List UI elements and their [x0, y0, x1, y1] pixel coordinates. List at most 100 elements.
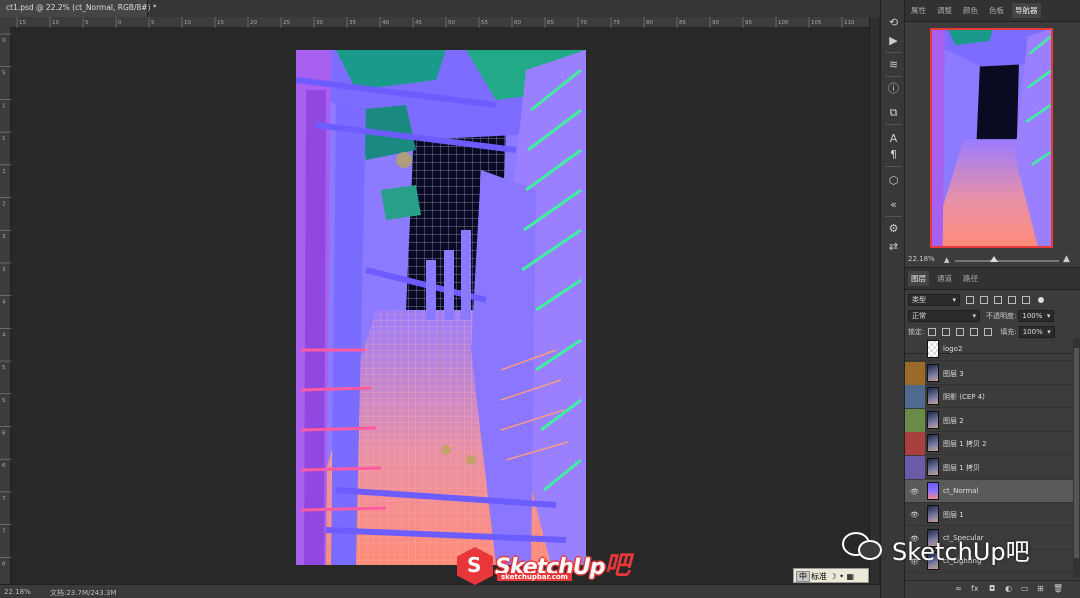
tab-swatches[interactable]: 色板 — [989, 5, 1004, 16]
eye-icon[interactable]: 👁 — [910, 488, 919, 496]
layer-name[interactable]: ct_Normal — [943, 487, 978, 495]
layer-name[interactable]: 图层 1 拷贝 2 — [943, 439, 987, 449]
ime-keyboard-icon[interactable]: ▦ — [847, 572, 855, 581]
navigator-panel: 属性 调整 颜色 色板 导航器 22.18% ▲ ▲ — [905, 0, 1080, 268]
link-icon[interactable]: ∞ — [955, 584, 962, 593]
filter-smart-object-icon[interactable] — [1022, 296, 1030, 304]
group-icon[interactable]: ▭ — [1021, 584, 1029, 593]
tab-channels[interactable]: 通道 — [937, 273, 952, 284]
navigator-view-proxy[interactable] — [930, 28, 1053, 248]
ruler-tick-label: 30 — [316, 20, 323, 26]
layer-name[interactable]: 图层 1 — [943, 510, 964, 520]
ruler-tick-label: 20 — [250, 20, 257, 26]
blend-mode-select[interactable]: 正常 ▾ — [908, 310, 980, 322]
tab-layers[interactable]: 图层 — [908, 271, 929, 286]
tab-color[interactable]: 颜色 — [963, 5, 978, 16]
paragraph-icon[interactable]: ¶ — [885, 146, 902, 163]
tab-adjustments[interactable]: 调整 — [937, 5, 952, 16]
layer-visibility-toggle[interactable] — [905, 338, 925, 361]
canvas-vertical-scrollbar[interactable] — [869, 17, 879, 584]
layer-name[interactable]: 图层 1 拷贝 — [943, 463, 980, 473]
status-zoom[interactable]: 22.18% — [4, 588, 31, 596]
layer-row[interactable]: 图层 2 — [905, 408, 1073, 432]
layer-row[interactable]: logo2 — [905, 338, 1073, 361]
filter-toggle[interactable] — [1038, 297, 1044, 303]
layer-thumbnail[interactable] — [927, 363, 939, 382]
trash-icon[interactable]: 🗑 — [1053, 584, 1063, 593]
layer-thumbnail[interactable] — [927, 410, 939, 429]
play-icon[interactable]: ▶ — [885, 32, 902, 49]
eye-icon[interactable]: 👁 — [910, 511, 919, 519]
status-doc-info[interactable]: 文档:23.7M/243.3M — [50, 588, 116, 598]
new-layer-icon[interactable]: ⊞ — [1037, 584, 1044, 593]
layer-filter-select[interactable]: 类型 ▾ — [908, 294, 960, 306]
info-icon[interactable]: ⓘ — [885, 80, 902, 97]
layer-name[interactable]: 图层 3 — [943, 369, 964, 379]
vertical-ruler[interactable]: 0 5 1 1 2 2 3 3 4 4 5 5 6 6 7 7 8 — [0, 28, 11, 584]
tab-paths[interactable]: 路径 — [963, 273, 978, 284]
adjustment-icon[interactable]: ◐ — [1005, 584, 1012, 593]
mask-icon[interactable]: ◘ — [989, 584, 995, 593]
layer-thumbnail[interactable] — [927, 387, 939, 406]
ruler-tick-label: 8 — [2, 561, 6, 567]
normal-map-render[interactable] — [296, 50, 586, 565]
ruler-corner[interactable] — [0, 17, 11, 28]
ime-punct-icon[interactable]: • — [839, 572, 844, 581]
lock-artboard-icon[interactable] — [970, 328, 979, 336]
layer-thumbnail[interactable] — [927, 505, 939, 524]
properties-icon[interactable]: ⚙ — [885, 220, 902, 237]
layer-row[interactable]: 👁 ct_Normal — [905, 479, 1073, 503]
zoom-in-icon[interactable]: ▲ — [1063, 254, 1070, 264]
layer-visibility-toggle[interactable]: 👁 — [905, 503, 925, 526]
lock-position-icon[interactable] — [956, 328, 965, 336]
layer-row[interactable]: 图层 3 — [905, 361, 1073, 385]
layer-name[interactable]: 阴影 (CEP 4) — [943, 392, 985, 402]
fx-icon[interactable]: fx — [971, 584, 979, 593]
lock-all-icon[interactable] — [984, 328, 993, 336]
layer-visibility-toggle[interactable]: 👁 — [905, 480, 925, 503]
layer-visibility-toggle[interactable] — [905, 432, 925, 456]
document-tab-bar: ct1.psd @ 22.2% (ct_Normal, RGB/8#) * — [0, 0, 880, 17]
lock-pixels-icon[interactable] — [942, 328, 951, 336]
3d-icon[interactable]: ⬡ — [885, 172, 902, 189]
layer-name[interactable]: logo2 — [943, 345, 962, 353]
layer-thumbnail[interactable] — [927, 434, 939, 453]
ime-label[interactable]: 标准 — [811, 572, 827, 581]
adjust-icon[interactable]: ⇄ — [885, 238, 902, 255]
layer-visibility-toggle[interactable] — [905, 385, 925, 409]
opacity-input[interactable]: 100% ▾ — [1018, 310, 1055, 322]
tab-properties[interactable]: 属性 — [911, 5, 926, 16]
brush-presets-icon[interactable]: ≋ — [885, 56, 902, 73]
ime-mode-icon[interactable]: 中 — [796, 571, 810, 582]
fill-input[interactable]: 100% ▾ — [1018, 326, 1055, 338]
tab-navigator[interactable]: 导航器 — [1012, 3, 1041, 18]
layer-row[interactable]: 👁 图层 1 — [905, 503, 1073, 527]
layer-row[interactable]: 图层 1 拷贝 — [905, 456, 1073, 479]
document-tab[interactable]: ct1.psd @ 22.2% (ct_Normal, RGB/8#) * — [0, 0, 157, 17]
collapse-icon[interactable]: « — [885, 196, 902, 213]
filter-pixel-icon[interactable] — [966, 296, 974, 304]
layer-name[interactable]: 图层 2 — [943, 416, 964, 426]
layer-thumbnail[interactable] — [927, 481, 939, 500]
zoom-slider-handle[interactable] — [990, 256, 998, 262]
clone-source-icon[interactable]: ⧉ — [885, 104, 902, 121]
layer-row[interactable]: 阴影 (CEP 4) — [905, 385, 1073, 409]
history-icon[interactable]: ⟲ — [885, 14, 902, 31]
character-icon[interactable]: A — [885, 130, 902, 147]
filter-type-icon[interactable] — [994, 296, 1002, 304]
layer-visibility-toggle[interactable] — [905, 456, 925, 479]
filter-shape-icon[interactable] — [1008, 296, 1016, 304]
lock-transparent-icon[interactable] — [928, 328, 937, 336]
layer-visibility-toggle[interactable] — [905, 361, 925, 385]
horizontal-ruler[interactable]: 15 10 5 0 5 10 15 20 25 30 35 40 45 50 55 60 65 70 75 80 85 9… — [11, 17, 869, 28]
zoom-slider-track[interactable] — [955, 260, 1059, 262]
navigator-zoom-value[interactable]: 22.18% — [908, 255, 935, 263]
layer-visibility-toggle[interactable] — [905, 408, 925, 432]
canvas-area[interactable] — [11, 28, 869, 584]
ime-moon-icon[interactable]: ☽ — [830, 572, 837, 581]
zoom-out-icon[interactable]: ▲ — [944, 256, 949, 264]
layer-row[interactable]: 图层 1 拷贝 2 — [905, 432, 1073, 456]
layer-thumbnail[interactable] — [927, 458, 939, 476]
filter-adjustment-icon[interactable] — [980, 296, 988, 304]
layer-thumbnail[interactable] — [927, 340, 939, 358]
